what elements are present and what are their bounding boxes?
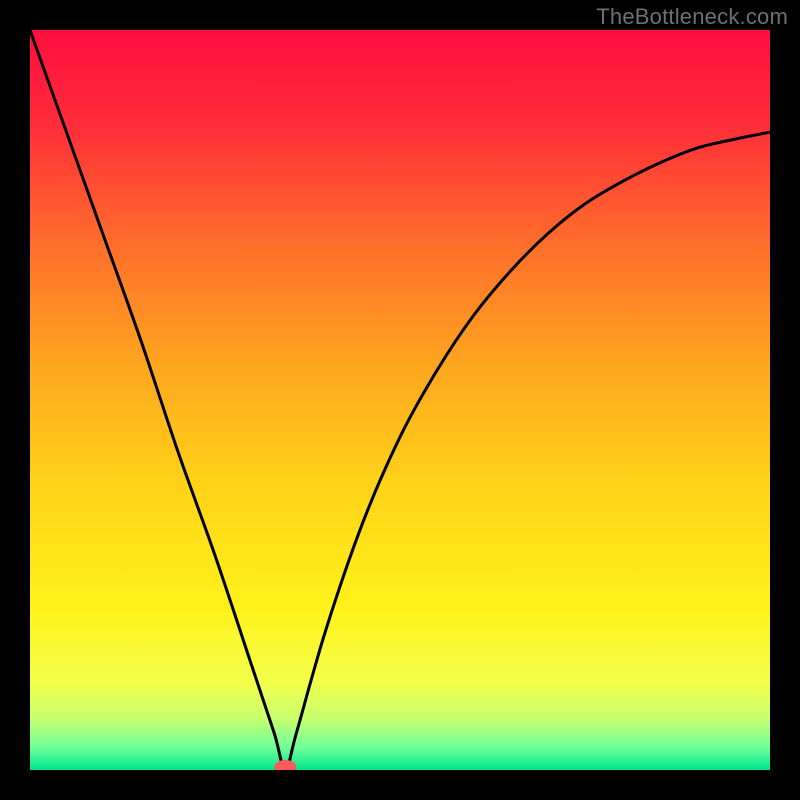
- watermark-text: TheBottleneck.com: [596, 4, 788, 30]
- gradient-background: [30, 30, 770, 770]
- chart-container: TheBottleneck.com: [0, 0, 800, 800]
- plot-area: [30, 30, 770, 770]
- bottleneck-chart: [30, 30, 770, 770]
